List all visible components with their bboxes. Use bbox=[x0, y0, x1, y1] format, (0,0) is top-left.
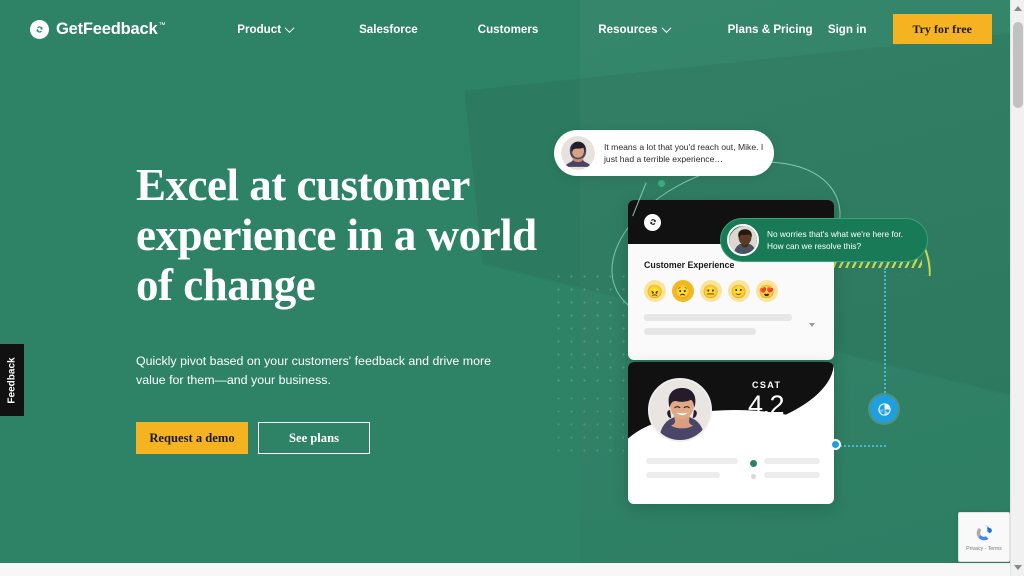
recaptcha-privacy-terms[interactable]: Privacy - Terms bbox=[966, 546, 1002, 552]
survey-skeleton-line-1 bbox=[644, 314, 792, 321]
csat-skeleton-line-3 bbox=[764, 458, 820, 464]
nav-right-actions: Sign in Try for free bbox=[828, 14, 1010, 44]
status-dot-gray bbox=[751, 474, 756, 479]
chat-bubble-agent: No worries that's what we're here for. H… bbox=[720, 218, 928, 262]
recaptcha-badge[interactable]: Privacy - Terms bbox=[958, 512, 1010, 562]
csat-skeleton-line-1 bbox=[646, 458, 738, 464]
man-avatar bbox=[727, 224, 759, 256]
below-fold-area bbox=[0, 563, 1010, 576]
scroll-up-arrow-icon[interactable] bbox=[1014, 6, 1022, 11]
dotted-connector-horizontal bbox=[836, 445, 886, 447]
chat-bubble-customer: It means a lot that you'd reach out, Mik… bbox=[554, 130, 774, 176]
recaptcha-icon bbox=[976, 525, 993, 541]
sign-in-link[interactable]: Sign in bbox=[828, 23, 867, 36]
emoji-rating-1[interactable]: 😠 bbox=[644, 280, 666, 302]
nav-item-resources[interactable]: Resources bbox=[598, 17, 672, 42]
woman-avatar bbox=[561, 136, 595, 170]
scrollbar-thumb[interactable] bbox=[1013, 22, 1023, 108]
nav-item-customers[interactable]: Customers bbox=[478, 17, 539, 42]
csat-skeleton-line-4 bbox=[764, 472, 820, 478]
woman-photo-avatar bbox=[648, 378, 712, 442]
csat-label: CSAT bbox=[752, 380, 782, 390]
see-plans-button[interactable]: See plans bbox=[258, 422, 370, 454]
scroll-down-arrow-icon[interactable] bbox=[1014, 565, 1022, 570]
hero-illustration: Customer Experience 😠 😟 😐 🙂 😍 It means a… bbox=[540, 110, 960, 530]
hero-copy: Excel at customer experience in a world … bbox=[136, 160, 556, 454]
nav-item-label: Plans & Pricing bbox=[727, 22, 813, 36]
caret-down-icon[interactable] bbox=[805, 318, 818, 331]
emoji-rating-row: 😠 😟 😐 🙂 😍 bbox=[644, 280, 818, 302]
emoji-rating-2-selected[interactable]: 😟 bbox=[672, 280, 694, 302]
hero-section: GetFeedback™ Product Salesforce Customer… bbox=[0, 0, 1010, 563]
try-for-free-button[interactable]: Try for free bbox=[892, 14, 992, 44]
nav-item-product[interactable]: Product bbox=[237, 17, 295, 42]
feedback-tab-label: Feedback bbox=[6, 356, 18, 404]
nav-item-label: Resources bbox=[598, 22, 658, 36]
csat-skeleton-group-left bbox=[646, 458, 738, 478]
browser-scrollbar[interactable] bbox=[1010, 0, 1024, 576]
brand-logo[interactable]: GetFeedback™ bbox=[30, 19, 166, 39]
connector-node-small bbox=[830, 439, 841, 450]
trademark-symbol: ™ bbox=[158, 22, 166, 29]
survey-skeleton-line-2 bbox=[644, 328, 756, 335]
hero-subcopy: Quickly pivot based on your customers' f… bbox=[136, 354, 491, 387]
csat-card-footer bbox=[628, 458, 834, 479]
nav-item-plans-pricing[interactable]: Plans & Pricing bbox=[728, 17, 813, 42]
nav-links: Product Salesforce Customers Resources P… bbox=[237, 17, 812, 42]
csat-skeleton-line-2 bbox=[646, 472, 720, 478]
dotted-connector-vertical bbox=[884, 268, 886, 408]
nav-item-salesforce[interactable]: Salesforce bbox=[359, 17, 418, 42]
chevron-down-icon bbox=[661, 22, 672, 33]
nav-item-label: Salesforce bbox=[359, 22, 418, 36]
status-dot-green bbox=[750, 460, 757, 467]
getfeedback-swoosh-icon bbox=[30, 19, 49, 39]
hero-cta-row: Request a demo See plans bbox=[136, 422, 556, 454]
bubble-tail-dot bbox=[658, 180, 665, 187]
nav-item-label: Customers bbox=[477, 22, 539, 36]
chevron-down-icon bbox=[284, 22, 295, 33]
emoji-rating-4[interactable]: 🙂 bbox=[728, 280, 750, 302]
brand-name: GetFeedback™ bbox=[56, 19, 166, 38]
feedback-tab[interactable]: Feedback bbox=[0, 344, 24, 416]
csat-score: 4.2 bbox=[748, 390, 785, 420]
nav-item-label: Product bbox=[237, 22, 282, 36]
emoji-rating-3[interactable]: 😐 bbox=[700, 280, 722, 302]
chat-bubble-customer-text: It means a lot that you'd reach out, Mik… bbox=[604, 141, 764, 165]
csat-card: CSAT 4.2 bbox=[628, 362, 834, 504]
request-demo-button[interactable]: Request a demo bbox=[136, 422, 248, 454]
main-navigation: GetFeedback™ Product Salesforce Customer… bbox=[0, 0, 1010, 58]
csat-skeleton-group-right bbox=[750, 458, 820, 479]
browser-viewport: GetFeedback™ Product Salesforce Customer… bbox=[0, 0, 1024, 576]
pie-chart-icon[interactable] bbox=[870, 395, 898, 423]
page-title: Excel at customer experience in a world … bbox=[136, 160, 537, 310]
emoji-rating-5[interactable]: 😍 bbox=[756, 280, 778, 302]
chat-bubble-agent-text: No worries that's what we're here for. H… bbox=[767, 229, 903, 251]
